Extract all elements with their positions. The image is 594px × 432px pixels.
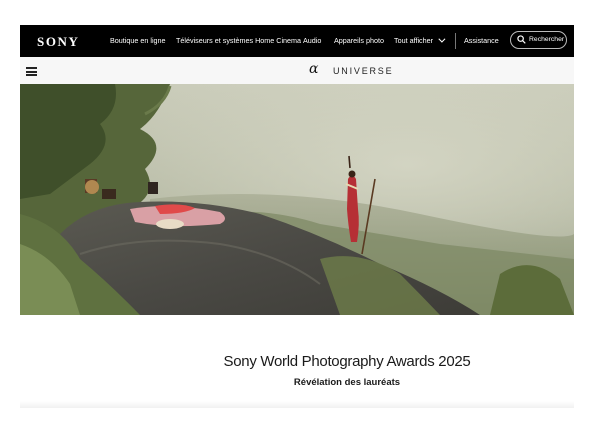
search-icon — [517, 35, 526, 44]
nav-link-audio[interactable]: Audio — [303, 36, 321, 45]
sony-logo[interactable]: SONY — [37, 34, 80, 50]
nav-link-show-all-label: Tout afficher — [394, 36, 434, 45]
section-divider — [20, 401, 574, 408]
page-frame: SONY Boutique en ligne Téléviseurs et sy… — [20, 25, 574, 408]
nav-link-show-all[interactable]: Tout afficher — [394, 35, 446, 45]
alpha-universe-bar: α UNIVERSE — [20, 57, 574, 85]
alpha-symbol: α — [309, 61, 319, 77]
hero-landscape-image — [20, 84, 574, 315]
search-label: Rechercher — [529, 36, 565, 43]
search-button[interactable]: Rechercher — [510, 31, 567, 49]
nav-link-support[interactable]: Assistance — [464, 36, 499, 45]
top-navigation-bar: SONY Boutique en ligne Téléviseurs et sy… — [20, 25, 574, 57]
article-title: Sony World Photography Awards 2025 — [223, 353, 471, 370]
chevron-down-icon — [438, 35, 446, 43]
nav-divider — [455, 33, 456, 49]
menu-icon[interactable] — [26, 67, 37, 76]
hero-photo — [20, 84, 574, 315]
article-subtitle: Révélation des lauréats — [293, 377, 401, 388]
nav-link-tv-home-cinema[interactable]: Téléviseurs et systèmes Home Cinema — [176, 36, 301, 45]
nav-link-online-shop[interactable]: Boutique en ligne — [110, 36, 166, 45]
universe-wordmark: UNIVERSE — [333, 66, 394, 76]
nav-link-cameras[interactable]: Appareils photo — [334, 36, 384, 45]
